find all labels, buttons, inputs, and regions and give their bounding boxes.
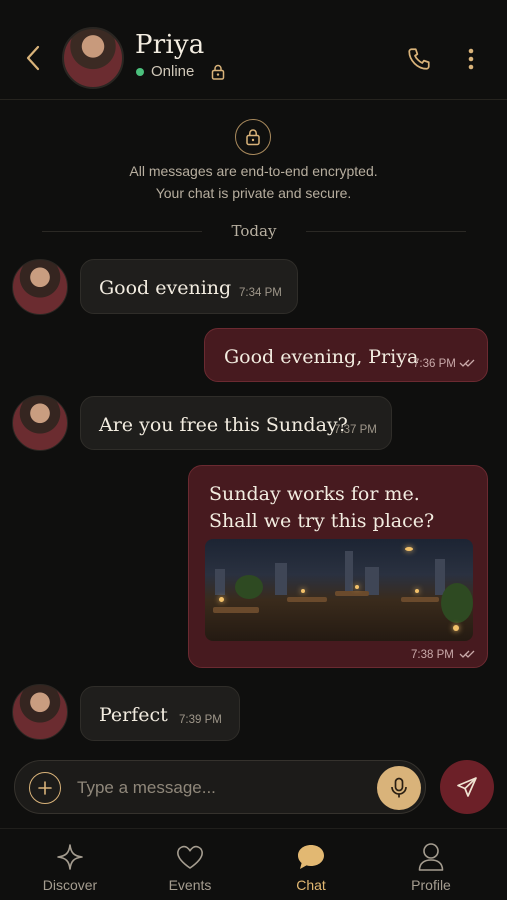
message-time: 7:39 PM [179, 714, 222, 726]
sparkle-icon [54, 841, 86, 873]
encryption-notice-line1: All messages are end-to-end encrypted. [129, 163, 378, 179]
user-icon [415, 841, 447, 873]
send-button[interactable] [440, 760, 494, 814]
contact-name: Priya [135, 30, 205, 60]
encryption-notice-line2: Your chat is private and secure. [155, 185, 352, 201]
sender-avatar[interactable] [12, 684, 68, 740]
nav-label: Discover [42, 877, 98, 893]
nav-item-chat[interactable]: Chat [251, 829, 371, 900]
sender-avatar[interactable] [12, 395, 68, 451]
chat-header: Priya Online [0, 0, 507, 100]
message-bubble-outgoing[interactable]: Good evening, Priya 7:36 PM [204, 328, 488, 382]
status-text: Online [151, 63, 195, 80]
day-separator: Today [42, 220, 466, 242]
message-text-line2: Shall we try this place? [209, 510, 435, 532]
message-composer [14, 760, 426, 814]
lock-icon [211, 64, 225, 80]
nav-label: Chat [296, 877, 326, 893]
voice-message-button[interactable] [377, 766, 421, 810]
chat-bubble-icon [295, 841, 327, 873]
call-button[interactable] [403, 43, 435, 75]
bottom-navigation: Discover Events Chat Profile [0, 828, 507, 900]
message-time: 7:36 PM [413, 358, 456, 370]
nav-item-discover[interactable]: Discover [10, 829, 130, 900]
read-receipt-icon [459, 650, 475, 658]
contact-avatar[interactable] [62, 27, 124, 89]
chevron-left-icon [26, 45, 40, 71]
send-icon [457, 777, 477, 797]
restaurant-photo[interactable] [205, 539, 473, 641]
message-text-line1: Sunday works for me. [209, 483, 420, 505]
message-bubble-incoming[interactable]: Good evening 7:34 PM [80, 259, 298, 314]
sender-avatar[interactable] [12, 259, 68, 315]
contact-status: Online [136, 63, 225, 80]
heart-icon [174, 841, 206, 873]
message-bubble-outgoing-with-photo[interactable]: Sunday works for me. Shall we try this p… [188, 465, 488, 668]
message-text: Perfect [99, 704, 168, 726]
message-input[interactable] [77, 773, 367, 803]
message-bubble-incoming[interactable]: Are you free this Sunday? 7:37 PM [80, 396, 392, 450]
add-attachment-button[interactable] [29, 772, 61, 804]
nav-label: Profile [411, 877, 451, 893]
more-options-button[interactable] [460, 42, 482, 76]
online-indicator [136, 67, 144, 76]
back-button[interactable] [18, 42, 48, 74]
message-text: Good evening [99, 277, 232, 299]
microphone-icon [391, 777, 407, 798]
chat-screen: Priya Online All messages are end-to-end… [0, 0, 507, 900]
plus-icon [38, 781, 52, 795]
nav-label: Events [168, 877, 212, 893]
message-time: 7:38 PM [411, 649, 454, 661]
message-bubble-incoming[interactable]: Perfect 7:39 PM [80, 686, 240, 741]
phone-icon [408, 48, 430, 70]
nav-item-profile[interactable]: Profile [371, 829, 491, 900]
message-text: Are you free this Sunday? [99, 414, 348, 436]
message-text: Good evening, Priya [224, 346, 419, 368]
nav-item-events[interactable]: Events [130, 829, 250, 900]
message-time: 7:34 PM [239, 287, 282, 299]
more-vertical-icon [468, 48, 474, 70]
read-receipt-icon [459, 359, 475, 367]
message-time: 7:37 PM [334, 424, 377, 436]
encryption-lock-icon [235, 119, 271, 155]
